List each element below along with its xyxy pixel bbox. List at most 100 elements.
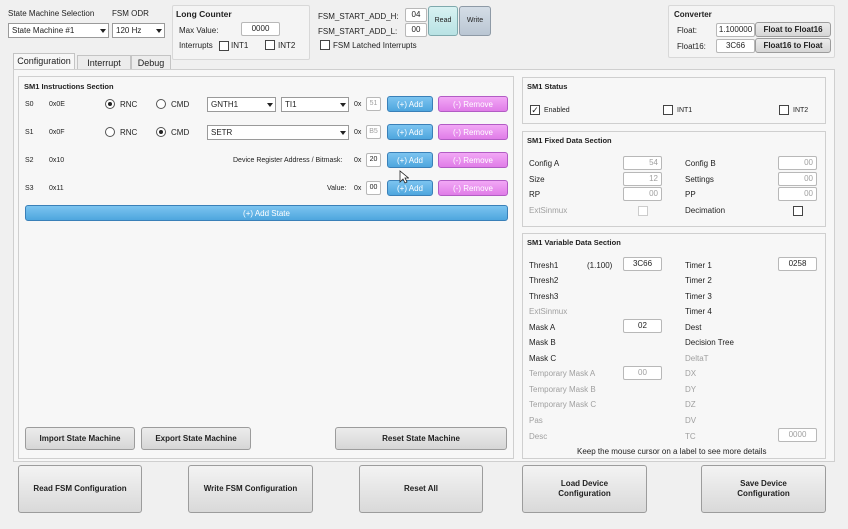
long-counter-int1-checkbox[interactable]	[219, 41, 229, 51]
s0-instruction1-select[interactable]: GNTH1	[207, 97, 276, 112]
converter-title: Converter	[674, 10, 712, 19]
s1-hex-input[interactable]: B5	[366, 125, 381, 139]
s1-remove-button[interactable]: (-) Remove	[438, 124, 508, 140]
read-button[interactable]: Read	[428, 6, 458, 36]
import-state-machine-button[interactable]: Import State Machine	[25, 427, 135, 450]
state-address-s3: 0x11	[49, 185, 64, 192]
mask-a-input[interactable]: 02	[623, 319, 662, 333]
value-label: Value:	[327, 185, 347, 192]
s0-cmd-radio[interactable]	[156, 99, 166, 109]
s1-cmd-radio[interactable]	[156, 127, 166, 137]
reset-state-machine-button[interactable]: Reset State Machine	[335, 427, 507, 450]
thresh1-label: Thresh1	[529, 261, 559, 270]
decimation-checkbox[interactable]	[793, 206, 803, 216]
s2-add-button[interactable]: (+) Add	[387, 152, 433, 168]
mask-a-label: Mask A	[529, 323, 556, 332]
temporary-mask-b-label: Temporary Mask B	[529, 385, 596, 394]
s0-rnc-radio[interactable]	[105, 99, 115, 109]
thresh1-input[interactable]: 3C66	[623, 257, 662, 271]
status-int2-label: INT2	[793, 107, 809, 114]
s1-add-button[interactable]: (+) Add	[387, 124, 433, 140]
fsm-start-h-label: FSM_START_ADD_H:	[318, 12, 399, 21]
decimation-label: Decimation	[685, 206, 726, 215]
pp-input[interactable]: 00	[778, 187, 817, 201]
s2-remove-button[interactable]: (-) Remove	[438, 152, 508, 168]
float-to-float16-button[interactable]: Float to Float16	[755, 22, 831, 37]
fsm-start-h-input[interactable]: 04	[405, 8, 427, 22]
fixed-extsinmux-checkbox[interactable]	[638, 206, 648, 216]
dy-label: DY	[685, 385, 697, 394]
config-a-input[interactable]: 54	[623, 156, 662, 170]
state-label-s0: S0	[25, 101, 34, 108]
s3-add-button[interactable]: (+) Add	[387, 180, 433, 196]
s1-cmd-label: CMD	[171, 128, 190, 137]
rp-input[interactable]: 00	[623, 187, 662, 201]
tab-debug[interactable]: Debug	[131, 55, 171, 70]
status-title: SM1 Status	[527, 82, 568, 91]
s2-hex-input[interactable]: 20	[366, 153, 381, 167]
converter-float16-input[interactable]: 3C66	[716, 39, 755, 53]
size-input[interactable]: 12	[623, 172, 662, 186]
hint-text: Keep the mouse cursor on a label to see …	[577, 447, 767, 456]
timer1-input[interactable]: 0258	[778, 257, 817, 271]
status-int1-checkbox[interactable]	[663, 105, 673, 115]
s1-command-select[interactable]: SETR	[207, 125, 349, 140]
chevron-down-icon	[100, 29, 106, 33]
tc-input[interactable]: 0000	[778, 428, 817, 442]
chevron-down-icon	[340, 131, 346, 135]
status-int2-checkbox[interactable]	[779, 105, 789, 115]
s0-remove-button[interactable]: (-) Remove	[438, 96, 508, 112]
config-b-input[interactable]: 00	[778, 156, 817, 170]
read-fsm-configuration-button[interactable]: Read FSM Configuration	[18, 465, 142, 513]
fsm-start-l-input[interactable]: 00	[405, 23, 427, 37]
s3-hex-input[interactable]: 00	[366, 181, 381, 195]
dx-label: DX	[685, 369, 697, 378]
s1-rnc-label: RNC	[120, 128, 138, 137]
s0-hex-input[interactable]: 51	[366, 97, 381, 111]
config-b-label: Config B	[685, 159, 716, 168]
fsm-odr-select[interactable]: 120 Hz	[112, 23, 165, 38]
export-state-machine-button[interactable]: Export State Machine	[141, 427, 251, 450]
status-int1-label: INT1	[677, 107, 693, 114]
save-device-configuration-button[interactable]: Save Device Configuration	[701, 465, 826, 513]
converter-group: Converter Float: 1.100000 Float16: 3C66 …	[668, 5, 835, 58]
s1-rnc-radio[interactable]	[105, 127, 115, 137]
timer4-label: Timer 4	[685, 307, 712, 316]
temporary-mask-a-input[interactable]: 00	[623, 366, 662, 380]
long-counter-int1-label: INT1	[231, 41, 249, 50]
s3-hex-prefix: 0x	[354, 185, 362, 192]
instructions-title: SM1 Instructions Section	[24, 82, 114, 91]
state-label-s2: S2	[25, 157, 34, 164]
s0-hex-prefix: 0x	[354, 101, 362, 108]
chevron-down-icon	[156, 29, 162, 33]
max-value-input[interactable]: 0000	[241, 22, 280, 36]
float16-to-float-button[interactable]: Float16 to Float	[755, 38, 831, 53]
add-state-button[interactable]: (+) Add State	[25, 205, 508, 221]
thresh1-float-value: (1.100)	[587, 261, 613, 270]
tab-interrupt[interactable]: Interrupt	[77, 55, 131, 70]
deltat-label: DeltaT	[685, 354, 709, 363]
state-address-s2: 0x10	[49, 157, 65, 164]
temporary-mask-c-label: Temporary Mask C	[529, 400, 597, 409]
tab-configuration[interactable]: Configuration	[13, 53, 75, 70]
converter-float-input[interactable]: 1.100000	[716, 23, 755, 37]
s0-add-button[interactable]: (+) Add	[387, 96, 433, 112]
state-machine-select[interactable]: State Machine #1	[8, 23, 109, 38]
enabled-checkbox[interactable]: ✓	[530, 105, 540, 115]
s3-remove-button[interactable]: (-) Remove	[438, 180, 508, 196]
mask-b-label: Mask B	[529, 338, 556, 347]
timer1-label: Timer 1	[685, 261, 712, 270]
fsm-latched-interrupts-checkbox[interactable]	[320, 40, 330, 50]
settings-input[interactable]: 00	[778, 172, 817, 186]
s0-instruction2-select[interactable]: TI1	[281, 97, 349, 112]
timer3-label: Timer 3	[685, 292, 712, 301]
load-device-configuration-button[interactable]: Load Device Configuration	[522, 465, 647, 513]
reset-all-button[interactable]: Reset All	[359, 465, 483, 513]
variable-extsinmux-label: ExtSinmux	[529, 307, 568, 316]
device-register-label: Device Register Address / Bitmask:	[233, 157, 343, 164]
write-fsm-configuration-button[interactable]: Write FSM Configuration	[188, 465, 313, 513]
write-button[interactable]: Write	[459, 6, 491, 36]
chevron-down-icon	[340, 103, 346, 107]
long-counter-int2-checkbox[interactable]	[265, 40, 275, 50]
size-label: Size	[529, 175, 545, 184]
